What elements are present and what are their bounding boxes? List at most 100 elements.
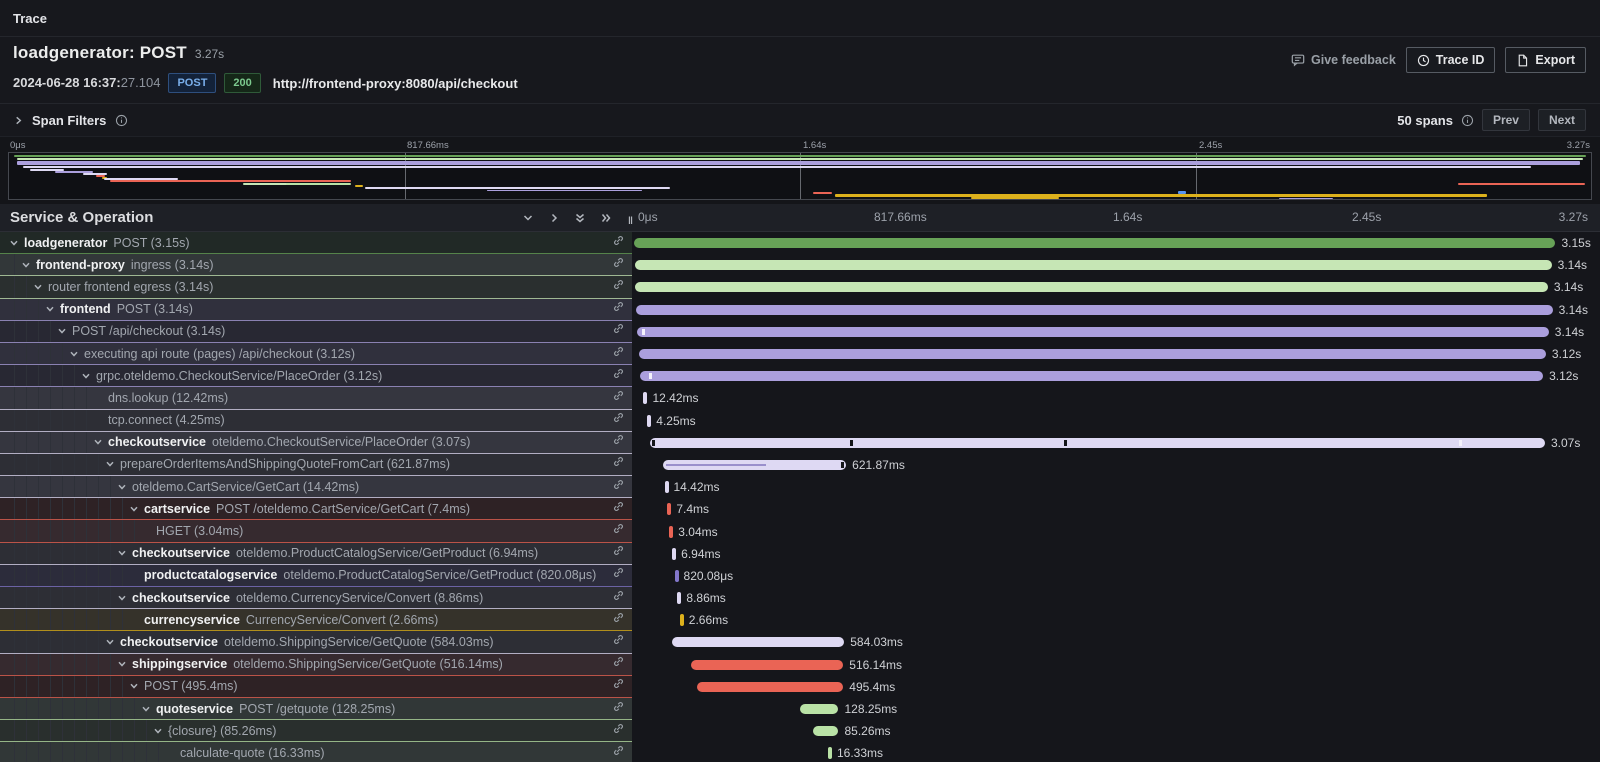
span-bar-cell[interactable]: 3.14s xyxy=(632,276,1600,298)
span-name-cell[interactable]: {closure} (85.26ms) xyxy=(0,720,632,742)
span-name-cell[interactable]: cartservicePOST /oteldemo.CartService/Ge… xyxy=(0,498,632,520)
link-icon[interactable] xyxy=(612,744,625,762)
span-name-cell[interactable]: POST /api/checkout (3.14s) xyxy=(0,321,632,343)
link-icon[interactable] xyxy=(612,722,625,740)
chevron-down-icon[interactable] xyxy=(105,459,115,469)
span-name-cell[interactable]: POST (495.4ms) xyxy=(0,676,632,698)
span-duration-bar[interactable] xyxy=(635,282,1548,292)
span-duration-bar[interactable] xyxy=(665,481,669,493)
span-bar-cell[interactable]: 516.14ms xyxy=(632,654,1600,676)
link-icon[interactable] xyxy=(612,234,625,252)
collapse-one-icon[interactable] xyxy=(522,212,534,224)
span-duration-bar[interactable] xyxy=(800,704,838,714)
span-bar-cell[interactable]: 14.42ms xyxy=(632,476,1600,498)
span-bar-cell[interactable]: 3.07s xyxy=(632,432,1600,454)
link-icon[interactable] xyxy=(612,455,625,473)
span-bar-cell[interactable]: 820.08μs xyxy=(632,565,1600,587)
chevron-down-icon[interactable] xyxy=(45,304,55,314)
span-name-cell[interactable]: loadgeneratorPOST (3.15s) xyxy=(0,232,632,254)
span-duration-bar[interactable] xyxy=(634,238,1556,248)
chevron-down-icon[interactable] xyxy=(81,371,91,381)
collapse-all-icon[interactable] xyxy=(574,212,586,224)
link-icon[interactable] xyxy=(612,500,625,518)
span-duration-bar[interactable] xyxy=(637,327,1549,337)
span-bar-cell[interactable]: 3.14s xyxy=(632,321,1600,343)
span-name-cell[interactable]: checkoutserviceoteldemo.CheckoutService/… xyxy=(0,432,632,454)
link-icon[interactable] xyxy=(612,389,625,407)
chevron-down-icon[interactable] xyxy=(117,593,127,603)
chevron-down-icon[interactable] xyxy=(93,437,103,447)
span-duration-bar[interactable] xyxy=(675,570,679,582)
span-name-cell[interactable]: checkoutserviceoteldemo.ShippingService/… xyxy=(0,631,632,653)
span-name-cell[interactable]: tcp.connect (4.25ms) xyxy=(0,410,632,432)
link-icon[interactable] xyxy=(612,677,625,695)
link-icon[interactable] xyxy=(612,322,625,340)
span-bar-cell[interactable]: 3.12s xyxy=(632,365,1600,387)
link-icon[interactable] xyxy=(612,522,625,540)
link-icon[interactable] xyxy=(612,589,625,607)
trace-id-button[interactable]: Trace ID xyxy=(1406,47,1496,73)
minimap-canvas[interactable] xyxy=(8,152,1592,200)
span-name-cell[interactable]: productcatalogserviceoteldemo.ProductCat… xyxy=(0,565,632,587)
span-duration-bar[interactable] xyxy=(667,503,671,515)
link-icon[interactable] xyxy=(612,256,625,274)
trace-minimap[interactable]: 0μs 817.66ms 1.64s 2.45s 3.27s xyxy=(0,137,1600,204)
span-duration-bar[interactable] xyxy=(813,726,839,736)
chevron-down-icon[interactable] xyxy=(153,726,163,736)
span-duration-bar[interactable] xyxy=(672,548,676,560)
expand-all-icon[interactable] xyxy=(600,212,612,224)
link-icon[interactable] xyxy=(612,367,625,385)
chevron-down-icon[interactable] xyxy=(129,504,139,514)
link-icon[interactable] xyxy=(612,700,625,718)
span-name-cell[interactable]: frontend-proxyingress (3.14s) xyxy=(0,254,632,276)
link-icon[interactable] xyxy=(612,300,625,318)
span-name-cell[interactable]: calculate-quote (16.33ms) xyxy=(0,742,632,762)
span-bar-cell[interactable]: 6.94ms xyxy=(632,543,1600,565)
span-duration-bar[interactable] xyxy=(636,305,1553,315)
span-bar-cell[interactable]: 3.04ms xyxy=(632,520,1600,542)
span-name-cell[interactable]: grpc.oteldemo.CheckoutService/PlaceOrder… xyxy=(0,365,632,387)
span-bar-cell[interactable]: 3.12s xyxy=(632,343,1600,365)
span-name-cell[interactable]: prepareOrderItemsAndShippingQuoteFromCar… xyxy=(0,454,632,476)
link-icon[interactable] xyxy=(612,544,625,562)
info-icon[interactable] xyxy=(115,114,128,127)
link-icon[interactable] xyxy=(612,411,625,429)
span-name-cell[interactable]: oteldemo.CartService/GetCart (14.42ms) xyxy=(0,476,632,498)
link-icon[interactable] xyxy=(612,345,625,363)
span-bar-cell[interactable]: 12.42ms xyxy=(632,387,1600,409)
chevron-down-icon[interactable] xyxy=(9,238,19,248)
info-icon[interactable] xyxy=(1461,114,1474,127)
export-button[interactable]: Export xyxy=(1505,47,1586,73)
chevron-down-icon[interactable] xyxy=(117,482,127,492)
span-duration-bar[interactable] xyxy=(669,526,673,538)
span-duration-bar[interactable] xyxy=(828,747,832,759)
link-icon[interactable] xyxy=(612,478,625,496)
link-icon[interactable] xyxy=(612,566,625,584)
span-duration-bar[interactable] xyxy=(647,415,651,427)
span-name-cell[interactable]: shippingserviceoteldemo.ShippingService/… xyxy=(0,654,632,676)
span-bar-cell[interactable]: 7.4ms xyxy=(632,498,1600,520)
span-bar-cell[interactable]: 3.15s xyxy=(632,232,1600,254)
chevron-down-icon[interactable] xyxy=(141,704,151,714)
expand-one-icon[interactable] xyxy=(548,212,560,224)
span-name-cell[interactable]: checkoutserviceoteldemo.ProductCatalogSe… xyxy=(0,543,632,565)
span-duration-bar[interactable] xyxy=(643,392,647,404)
span-duration-bar[interactable] xyxy=(650,438,1545,448)
span-duration-bar[interactable] xyxy=(640,371,1543,381)
chevron-down-icon[interactable] xyxy=(129,681,139,691)
link-icon[interactable] xyxy=(612,655,625,673)
span-filters-toggle[interactable]: Span Filters xyxy=(14,113,128,128)
span-bar-cell[interactable]: 584.03ms xyxy=(632,631,1600,653)
span-name-cell[interactable]: currencyserviceCurrencyService/Convert (… xyxy=(0,609,632,631)
link-icon[interactable] xyxy=(612,433,625,451)
span-bar-cell[interactable]: 3.14s xyxy=(632,299,1600,321)
chevron-down-icon[interactable] xyxy=(117,548,127,558)
span-name-cell[interactable]: checkoutserviceoteldemo.CurrencyService/… xyxy=(0,587,632,609)
span-bar-cell[interactable]: 495.4ms xyxy=(632,676,1600,698)
span-duration-bar[interactable] xyxy=(691,660,843,670)
chevron-down-icon[interactable] xyxy=(57,326,67,336)
span-name-cell[interactable]: HGET (3.04ms) xyxy=(0,520,632,542)
give-feedback-link[interactable]: Give feedback xyxy=(1291,53,1396,67)
link-icon[interactable] xyxy=(612,611,625,629)
span-duration-bar[interactable] xyxy=(639,349,1546,359)
